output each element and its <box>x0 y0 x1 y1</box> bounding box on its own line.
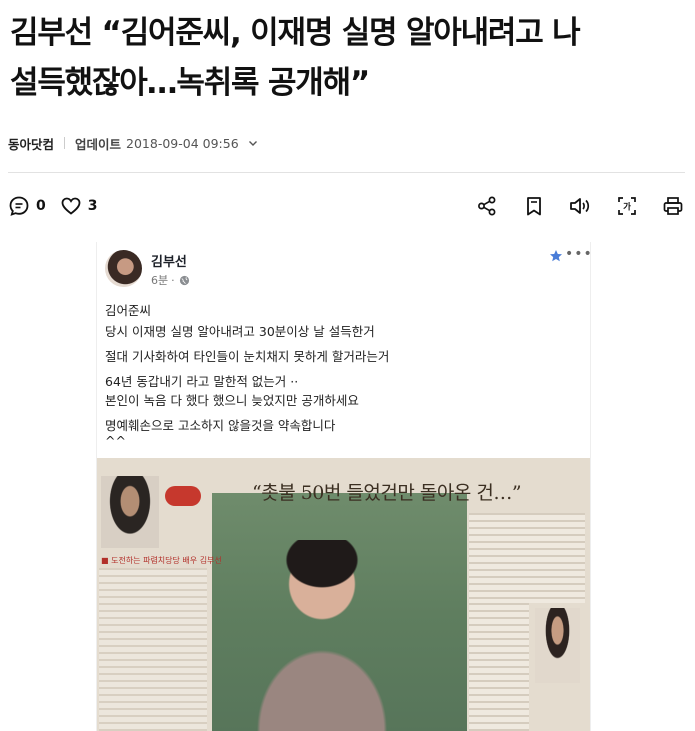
clipping-portrait-woman <box>257 540 387 731</box>
clipping-text-column <box>469 513 585 603</box>
embedded-facebook-post: 김부선 6분 · ••• 김어준씨 당시 이재명 실명 알아내려고 30분이상 … <box>96 242 591 731</box>
avatar[interactable] <box>105 250 142 287</box>
post-line: 본인이 녹음 다 했다 했으니 늦었지만 공개하세요 <box>105 393 359 408</box>
clipping-small-photo <box>535 608 580 683</box>
post-line: 명예훼손으로 고소하지 않을것을 약속합니다 <box>105 418 336 433</box>
print-icon <box>663 197 683 215</box>
translate-icon: 가 <box>617 197 636 215</box>
meta-divider <box>64 137 66 149</box>
print-button[interactable] <box>660 193 686 219</box>
meta-divider-line <box>8 172 685 173</box>
clipping-headline: “촛불 50번 들었건만 돌아온 건…” <box>252 482 522 504</box>
article-tools: 가 <box>474 193 686 219</box>
more-options-icon[interactable]: ••• <box>565 246 590 262</box>
updated-label: 업데이트 <box>75 136 122 152</box>
post-time-separator: · <box>171 273 175 287</box>
chevron-down-icon[interactable] <box>247 137 259 149</box>
clipping-red-badge <box>165 486 201 506</box>
post-line: 절대 기사화하여 타인들이 눈치채지 못하게 할거라는거 <box>105 349 390 364</box>
post-line: ^^ <box>105 433 126 448</box>
updated-date: 2018-09-04 09:56 <box>126 135 239 151</box>
heart-icon[interactable] <box>60 195 82 217</box>
post-line: 당시 이재명 실명 알아내려고 30분이상 날 설득한거 <box>105 324 375 339</box>
source-label[interactable]: 동아닷컴 <box>8 134 54 153</box>
headline-line-1: 김부선 “김어준씨, 이재명 실명 알아내려고 나 <box>10 15 581 51</box>
bookmark-button[interactable] <box>521 193 547 219</box>
comment-count: 0 <box>36 198 46 214</box>
bookmark-icon <box>526 197 541 216</box>
article-meta: 동아닷컴 업데이트 2018-09-04 09:56 <box>8 133 259 153</box>
newspaper-clipping-image[interactable]: ■ 도전하는 파렴치당당 배우 김부선 “촛불 50번 들었건만 돌아온 건…” <box>97 458 590 731</box>
post-author[interactable]: 김부선 <box>151 251 187 270</box>
post-time: 6분 · <box>151 272 190 288</box>
post-time-value: 6분 <box>151 274 169 287</box>
clipping-portrait-man <box>101 476 159 548</box>
clipping-text-column <box>469 603 529 731</box>
comment-icon[interactable] <box>8 195 30 217</box>
reaction-bar: 0 3 <box>8 194 112 218</box>
svg-text:가: 가 <box>623 202 631 213</box>
article-headline: 김부선 “김어준씨, 이재명 실명 알아내려고 나 설득했잖아…녹취록 공개해” <box>10 8 680 108</box>
clipping-tag: ■ 도전하는 파렴치당당 배우 김부선 <box>101 556 222 565</box>
globe-icon <box>179 275 189 285</box>
like-count: 3 <box>87 198 98 214</box>
share-icon <box>478 196 496 216</box>
translate-button[interactable]: 가 <box>614 193 640 219</box>
share-button[interactable] <box>474 193 500 219</box>
star-icon[interactable] <box>549 249 563 263</box>
headline-line-2: 설득했잖아…녹취록 공개해” <box>10 65 370 101</box>
speaker-icon <box>570 198 590 214</box>
post-line: 64년 동갑내기 라고 말한적 없는거 ·· <box>105 374 299 389</box>
post-line: 김어준씨 <box>105 303 152 318</box>
clipping-text-column <box>99 568 207 731</box>
listen-button[interactable] <box>567 193 593 219</box>
